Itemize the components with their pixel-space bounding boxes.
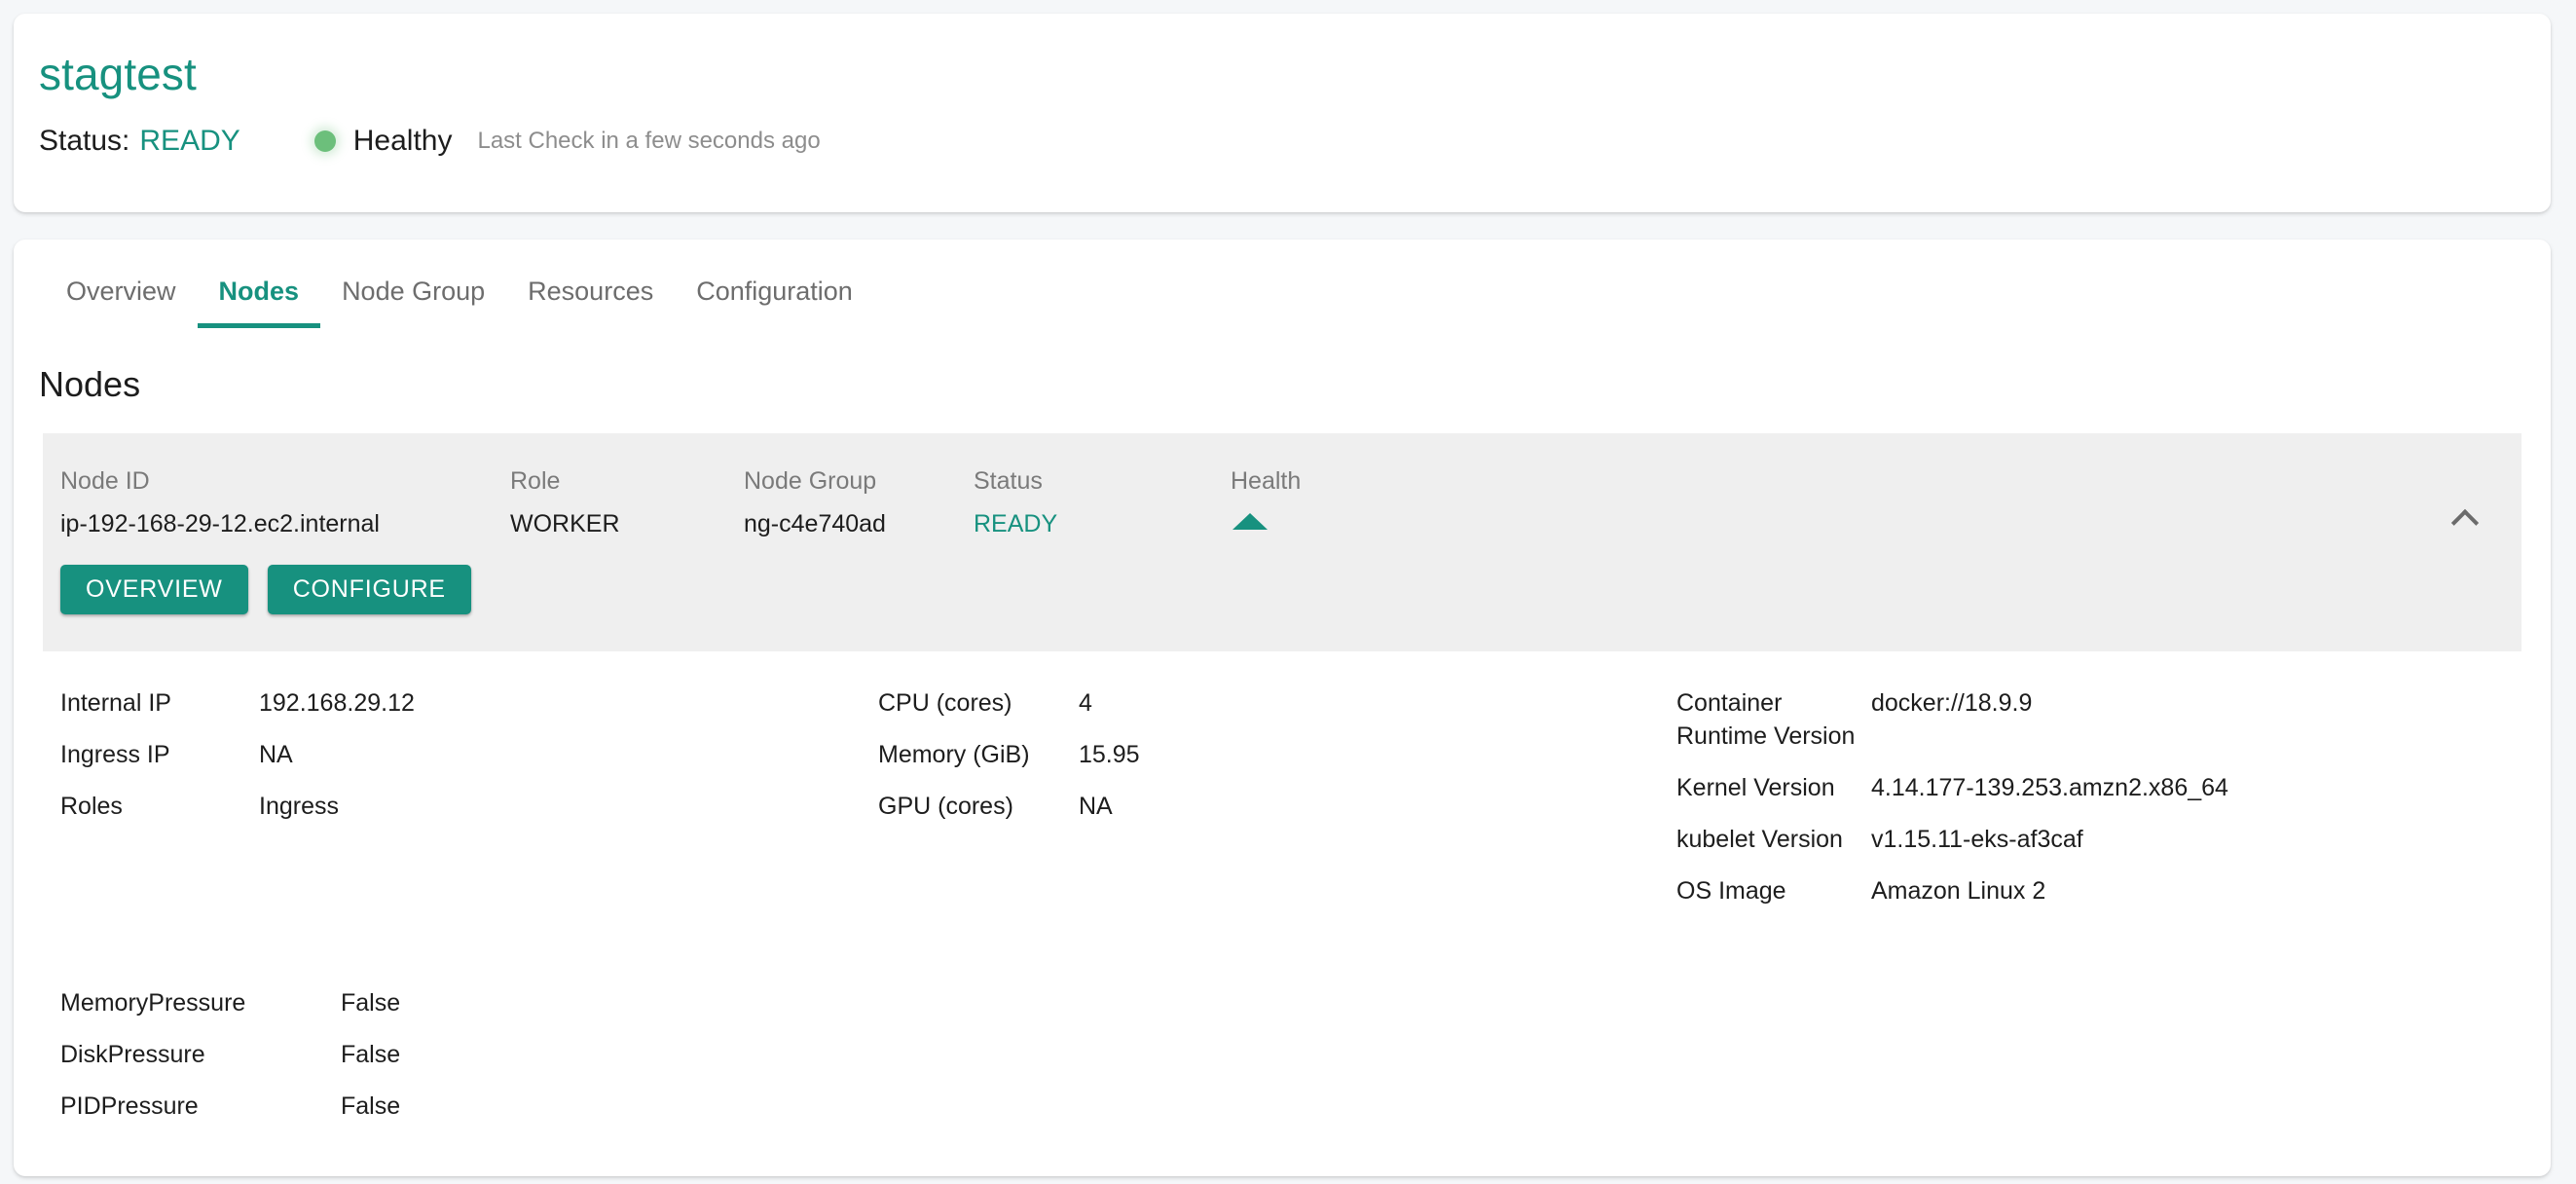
node-group-header: Node Group — [744, 467, 877, 495]
tab-resources[interactable]: Resources — [506, 261, 675, 328]
cluster-status-row: Status: READY Healthy Last Check in a fe… — [39, 125, 2551, 158]
condition-row: DiskPressure False — [60, 1038, 2551, 1071]
detail-row: Internal IP 192.168.29.12 — [60, 686, 878, 720]
detail-row: Container Runtime Version docker://18.9.… — [1676, 686, 2514, 753]
detail-row: OS Image Amazon Linux 2 — [1676, 874, 2514, 907]
tab-nodes[interactable]: Nodes — [197, 261, 321, 328]
tab-bar: Overview Nodes Node Group Resources Conf… — [14, 240, 2551, 329]
detail-value: 192.168.29.12 — [259, 689, 415, 717]
detail-row: GPU (cores) NA — [878, 790, 1676, 823]
node-summary-panel: Node ID ip-192-168-29-12.ec2.internal Ro… — [43, 433, 2521, 651]
node-conditions-list: MemoryPressure False DiskPressure False … — [14, 926, 2551, 1123]
tab-overview[interactable]: Overview — [45, 261, 198, 328]
detail-value: 15.95 — [1079, 741, 1140, 768]
detail-row: Kernel Version 4.14.177-139.253.amzn2.x8… — [1676, 771, 2514, 804]
condition-value: False — [341, 989, 401, 1017]
collapse-toggle-button[interactable] — [2447, 501, 2486, 540]
page-root: stagtest Status: READY Healthy Last Chec… — [0, 0, 2576, 1184]
page-title: stagtest — [39, 49, 197, 99]
condition-key: MemoryPressure — [60, 989, 246, 1017]
status-label: Status: — [39, 125, 130, 157]
node-group-column: Node Group ng-c4e740ad — [744, 464, 974, 539]
health-dot-icon — [313, 130, 336, 152]
section-title: Nodes — [39, 364, 141, 404]
last-check-label: Last Check in a few seconds ago — [477, 128, 821, 154]
detail-row: CPU (cores) 4 — [878, 686, 1676, 720]
health-indicator: Healthy — [313, 125, 453, 158]
node-group-value: ng-c4e740ad — [744, 510, 886, 537]
condition-value: False — [341, 1092, 401, 1120]
condition-row: PIDPressure False — [60, 1090, 2551, 1123]
node-id-header: Node ID — [60, 467, 150, 495]
detail-key: Kernel Version — [1676, 774, 1835, 801]
chevron-up-icon — [2450, 508, 2480, 537]
detail-key: Roles — [60, 793, 123, 820]
detail-key: Container Runtime Version — [1676, 689, 1856, 750]
condition-row: MemoryPressure False — [60, 986, 2551, 1019]
configure-button[interactable]: CONFIGURE — [267, 565, 471, 614]
tab-configuration[interactable]: Configuration — [675, 261, 874, 328]
detail-key: Internal IP — [60, 689, 171, 717]
role-header: Role — [510, 467, 561, 495]
detail-row: Memory (GiB) 15.95 — [878, 738, 1676, 771]
role-value: WORKER — [510, 510, 620, 537]
nodes-card: Overview Nodes Node Group Resources Conf… — [14, 240, 2551, 1176]
detail-key: GPU (cores) — [878, 793, 1013, 820]
overview-button[interactable]: OVERVIEW — [60, 565, 248, 614]
node-detail-grid: Internal IP 192.168.29.12 Ingress IP NA … — [14, 651, 2551, 926]
role-column: Role WORKER — [510, 464, 744, 539]
triangle-up-icon — [1233, 513, 1268, 530]
health-header: Health — [1231, 467, 1302, 495]
detail-value: docker://18.9.9 — [1871, 689, 2033, 717]
node-id-column: Node ID ip-192-168-29-12.ec2.internal — [43, 464, 510, 539]
detail-key: Ingress IP — [60, 741, 170, 768]
status-value: READY — [139, 125, 240, 157]
detail-value: NA — [259, 741, 293, 768]
health-column: Health — [1231, 464, 1464, 539]
detail-column-network: Internal IP 192.168.29.12 Ingress IP NA … — [60, 686, 878, 926]
detail-value: 4.14.177-139.253.amzn2.x86_64 — [1871, 774, 2228, 801]
detail-row: Ingress IP NA — [60, 738, 878, 771]
detail-row: Roles Ingress — [60, 790, 878, 823]
detail-value: NA — [1079, 793, 1113, 820]
detail-value: v1.15.11-eks-af3caf — [1871, 826, 2083, 853]
condition-key: DiskPressure — [60, 1041, 205, 1068]
detail-column-system: Container Runtime Version docker://18.9.… — [1676, 686, 2514, 926]
detail-row: kubelet Version v1.15.11-eks-af3caf — [1676, 823, 2514, 856]
health-label: Healthy — [352, 125, 453, 157]
status-column: Status READY — [974, 464, 1231, 539]
detail-value: Ingress — [259, 793, 339, 820]
node-action-buttons: OVERVIEW CONFIGURE — [43, 539, 2521, 651]
detail-key: Memory (GiB) — [878, 741, 1030, 768]
cluster-header-card: stagtest Status: READY Healthy Last Chec… — [14, 14, 2551, 212]
detail-key: kubelet Version — [1676, 826, 1843, 853]
detail-value: 4 — [1079, 689, 1092, 717]
detail-value: Amazon Linux 2 — [1871, 877, 2046, 905]
node-id-value: ip-192-168-29-12.ec2.internal — [60, 510, 380, 537]
status-header: Status — [974, 467, 1043, 495]
detail-key: OS Image — [1676, 877, 1786, 905]
condition-key: PIDPressure — [60, 1092, 199, 1120]
condition-value: False — [341, 1041, 401, 1068]
tab-node-group[interactable]: Node Group — [320, 261, 506, 328]
node-summary-row: Node ID ip-192-168-29-12.ec2.internal Ro… — [43, 433, 2521, 539]
detail-key: CPU (cores) — [878, 689, 1012, 717]
status-badge: READY — [974, 510, 1058, 537]
detail-column-capacity: CPU (cores) 4 Memory (GiB) 15.95 GPU (co… — [878, 686, 1676, 926]
